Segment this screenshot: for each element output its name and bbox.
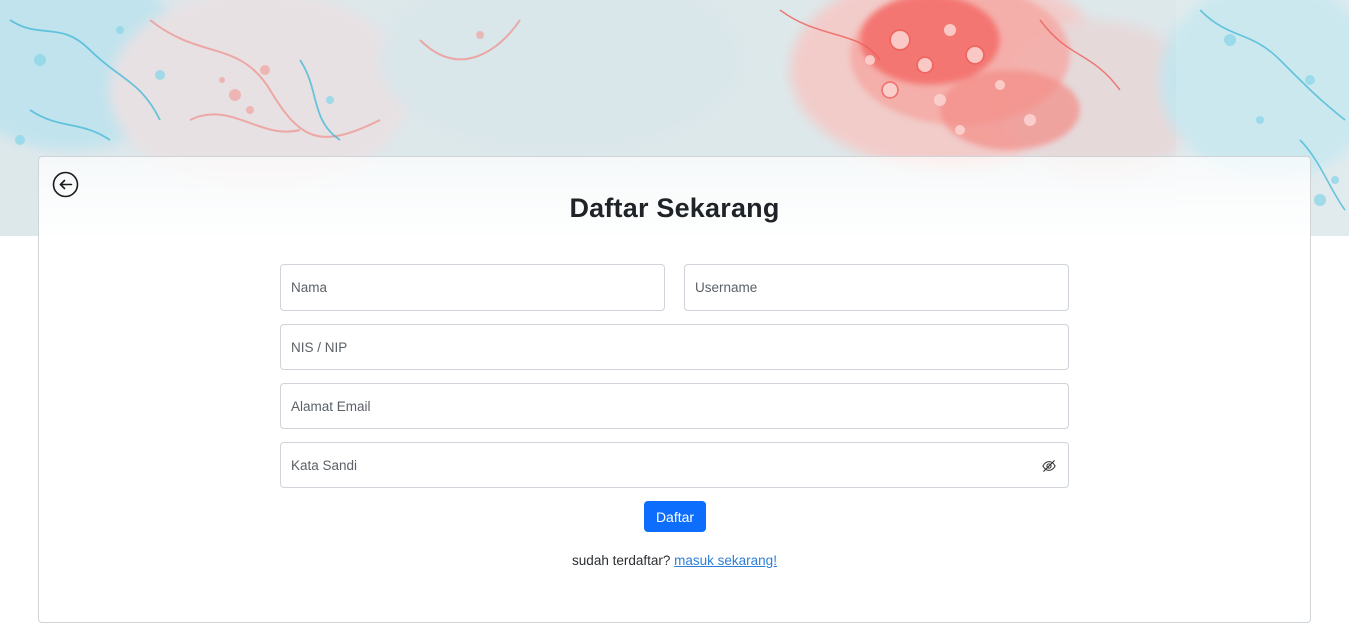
nama-input[interactable] bbox=[281, 265, 664, 310]
login-link[interactable]: masuk sekarang! bbox=[674, 553, 777, 568]
password-field-wrapper bbox=[280, 442, 1069, 488]
nama-field-wrapper bbox=[280, 264, 665, 311]
username-input[interactable] bbox=[685, 265, 1068, 310]
login-prompt-text: sudah terdaftar? bbox=[572, 553, 671, 568]
register-button[interactable]: Daftar bbox=[644, 501, 706, 532]
page-title: Daftar Sekarang bbox=[569, 193, 780, 223]
password-input[interactable] bbox=[281, 443, 1068, 487]
nis-nip-input[interactable] bbox=[281, 325, 1068, 369]
register-card: Daftar Sekarang Daftar sudah terdaftar? … bbox=[38, 156, 1311, 623]
username-field-wrapper bbox=[684, 264, 1069, 311]
login-prompt-line: sudah terdaftar? masuk sekarang! bbox=[39, 553, 1310, 568]
email-field-wrapper bbox=[280, 383, 1069, 429]
email-input[interactable] bbox=[281, 384, 1068, 428]
eye-slash-icon[interactable] bbox=[1042, 459, 1056, 473]
nis-nip-field-wrapper bbox=[280, 324, 1069, 370]
